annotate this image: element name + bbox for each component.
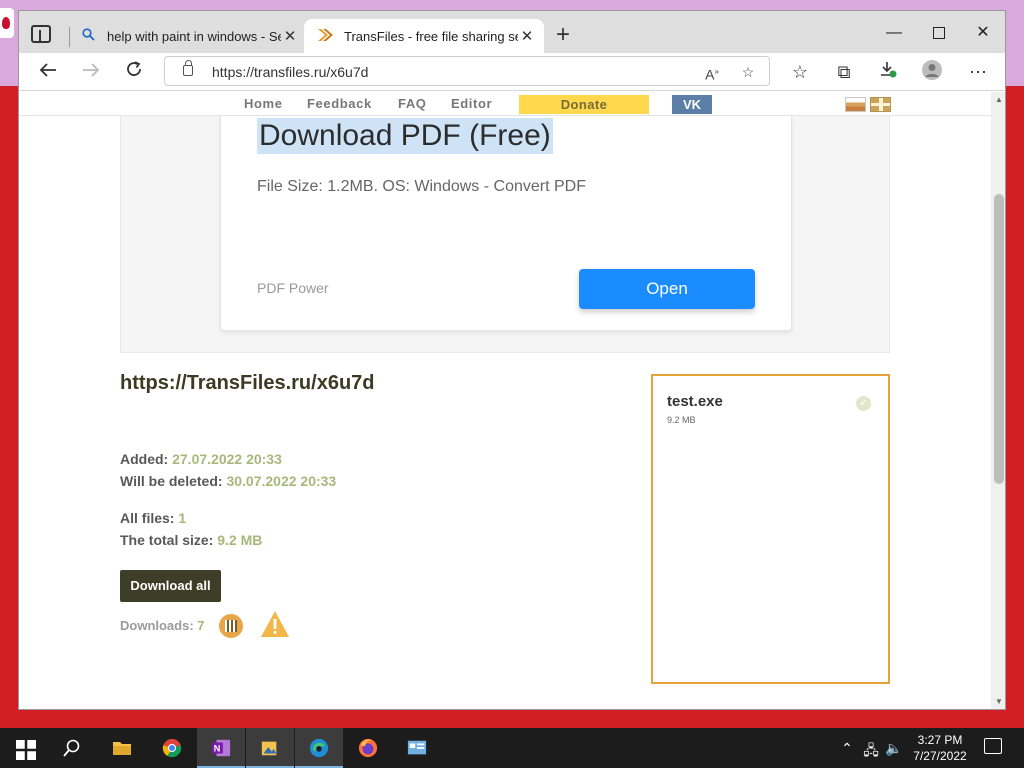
system-clock[interactable]: 3:27 PM 7/27/2022 [898, 732, 982, 764]
collections-icon[interactable]: ⧉ [831, 59, 857, 85]
vk-button[interactable]: VK [672, 95, 712, 114]
start-button[interactable] [0, 728, 48, 768]
firefox-icon[interactable] [344, 728, 392, 768]
onenote-icon[interactable]: N [197, 728, 245, 768]
added-label: Added: [120, 451, 169, 467]
ad-open-button[interactable]: Open [579, 269, 755, 309]
ad-title[interactable]: Download PDF (Free) [257, 118, 553, 154]
warning-icon[interactable] [259, 609, 291, 639]
download-all-button[interactable]: Download all [120, 570, 221, 602]
chevron-up-icon[interactable]: ⌃ [838, 740, 856, 757]
file-explorer-icon[interactable] [98, 728, 146, 768]
added-value: 27.07.2022 20:33 [172, 451, 282, 467]
files-info: All files: 1 [120, 510, 186, 526]
uk-flag-icon[interactable] [870, 97, 891, 112]
scroll-down-icon[interactable]: ▼ [995, 698, 1003, 706]
svg-text:N: N [214, 744, 221, 754]
transfiles-chevron-icon [316, 28, 334, 45]
file-list-panel: test.exe 9.2 MB ✓ [651, 374, 890, 684]
browser-toolbar: https://transfiles.ru/x6u7d A» ☆ ☆ ⧉ ⋯ [19, 53, 1005, 91]
ad-card[interactable]: Download PDF (Free) File Size: 1.2MB. OS… [220, 116, 792, 331]
close-icon[interactable]: ✕ [518, 27, 536, 45]
ad-brand: PDF Power [257, 280, 329, 296]
scrollbar-thumb[interactable] [994, 194, 1004, 484]
tab-title: TransFiles - free file sharing serv [344, 28, 518, 44]
network-icon[interactable]: 🖧 [862, 740, 880, 764]
qr-code-icon[interactable] [219, 614, 243, 638]
close-icon[interactable]: ✕ [281, 27, 299, 45]
photos-app-icon[interactable] [246, 728, 294, 768]
ad-banner: Download PDF (Free) File Size: 1.2MB. OS… [120, 116, 890, 353]
taskbar: N ⌃ 🖧 🔈 3:27 PM 7/27/2022 [0, 728, 1024, 768]
scroll-up-icon[interactable]: ▲ [995, 96, 1003, 104]
checkmark-icon[interactable]: ✓ [856, 396, 871, 411]
address-bar[interactable]: https://transfiles.ru/x6u7d A» ☆ [164, 56, 770, 86]
nav-faq[interactable]: FAQ [398, 96, 427, 111]
russian-flag-icon[interactable] [845, 97, 866, 112]
maximize-button[interactable] [924, 21, 954, 45]
files-label: All files: [120, 510, 175, 526]
size-value: 9.2 MB [217, 532, 263, 548]
page-scrollbar[interactable]: ▲ ▼ [991, 92, 1005, 709]
notification-icon[interactable] [984, 738, 1002, 754]
back-button[interactable] [35, 59, 61, 85]
minimize-button[interactable]: — [879, 21, 909, 45]
file-size: 9.2 MB [667, 415, 696, 425]
search-icon [79, 28, 97, 44]
url-text[interactable]: https://transfiles.ru/x6u7d [212, 64, 368, 80]
ad-subtitle: File Size: 1.2MB. OS: Windows - Convert … [257, 178, 586, 195]
tab-actions-icon[interactable] [31, 25, 51, 43]
tab-title: help with paint in windows - Sea [107, 28, 281, 44]
site-nav: Home Feedback FAQ Editor Donate VK [19, 92, 991, 116]
add-favorite-icon[interactable]: ☆ [737, 61, 759, 83]
new-tab-button[interactable]: + [553, 21, 573, 49]
nav-editor[interactable]: Editor [451, 96, 492, 111]
chrome-icon[interactable] [148, 728, 196, 768]
share-link[interactable]: https://TransFiles.ru/x6u7d [120, 372, 375, 395]
desktop-app-icon[interactable] [0, 8, 14, 38]
web-page: Home Feedback FAQ Editor Donate VK Downl… [19, 92, 991, 709]
tab-bar: help with paint in windows - Sea ✕ Trans… [19, 11, 1005, 53]
lock-icon[interactable] [183, 60, 193, 76]
files-value: 1 [178, 510, 187, 526]
refresh-button[interactable] [121, 59, 147, 85]
donate-button[interactable]: Donate [519, 95, 649, 114]
profile-avatar[interactable] [919, 59, 945, 85]
nav-feedback[interactable]: Feedback [307, 96, 372, 111]
file-name[interactable]: test.exe [667, 393, 723, 410]
downloads-icon[interactable] [875, 59, 901, 85]
deleted-value: 30.07.2022 20:33 [226, 473, 337, 489]
downloads-label: Downloads: [120, 618, 194, 633]
added-info: Added: 27.07.2022 20:33 [120, 451, 282, 467]
search-taskbar-button[interactable] [48, 728, 96, 768]
control-panel-icon[interactable] [393, 728, 441, 768]
size-info: The total size: 9.2 MB [120, 532, 262, 548]
browser-window: help with paint in windows - Sea ✕ Trans… [18, 10, 1006, 710]
more-menu-icon[interactable]: ⋯ [965, 59, 991, 85]
close-window-button[interactable]: ✕ [968, 21, 998, 45]
clock-date: 7/27/2022 [913, 749, 967, 763]
favorites-icon[interactable]: ☆ [787, 59, 813, 85]
size-label: The total size: [120, 532, 214, 548]
forward-button[interactable] [78, 59, 104, 85]
deleted-info: Will be deleted: 30.07.2022 20:33 [120, 473, 336, 489]
nav-home[interactable]: Home [244, 96, 283, 111]
tab-transfiles[interactable]: TransFiles - free file sharing serv ✕ [304, 19, 544, 53]
tab-search[interactable]: help with paint in windows - Sea ✕ [67, 19, 303, 53]
read-aloud-icon[interactable]: A» [701, 61, 723, 83]
clock-time: 3:27 PM [917, 733, 963, 747]
edge-icon[interactable] [295, 728, 343, 768]
deleted-label: Will be deleted: [120, 473, 223, 489]
downloads-count: Downloads: 7 [120, 618, 205, 633]
downloads-value: 7 [197, 618, 205, 633]
